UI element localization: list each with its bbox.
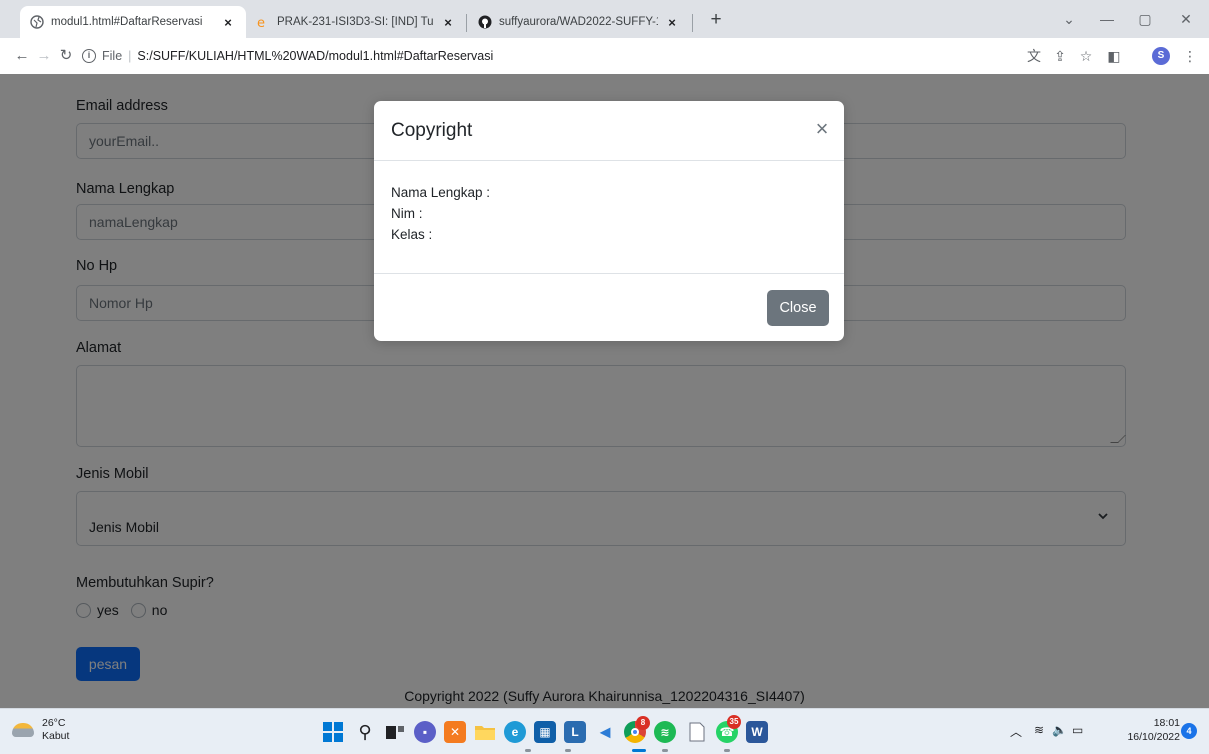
tab-separator — [692, 14, 693, 32]
window-close-icon[interactable]: ✕ — [1163, 6, 1209, 32]
weather-temperature: 26°C — [42, 717, 66, 729]
tab-title: PRAK-231-ISI3D3-SI: [IND] Tugas — [277, 16, 434, 28]
running-indicator — [565, 749, 571, 752]
running-indicator — [525, 749, 531, 752]
windows-start-icon[interactable] — [322, 721, 344, 743]
browser-tab-bar: modul1.html#DaftarReservasi × e PRAK-231… — [0, 0, 1209, 38]
weather-widget[interactable]: 26°C Kabut — [12, 717, 69, 743]
translate-icon[interactable]: 文 — [1024, 46, 1044, 66]
lms-app-icon[interactable]: L — [564, 721, 586, 743]
chat-icon[interactable]: ▪ — [414, 721, 436, 743]
modal-close-icon[interactable]: × — [810, 118, 834, 142]
share-icon[interactable]: ⇪ — [1050, 46, 1070, 66]
profile-avatar[interactable]: S — [1152, 47, 1170, 65]
tab-separator — [466, 14, 467, 32]
chrome-badge: 8 — [636, 716, 650, 730]
tab-title: suffyaurora/WAD2022-SUFFY-120 — [499, 16, 658, 28]
address-bar[interactable]: i File | S:/SUFF/KULIAH/HTML%20WAD/modul… — [82, 43, 982, 69]
menu-kebab-icon[interactable]: ⋮ — [1180, 46, 1200, 66]
svg-text:e: e — [257, 16, 265, 29]
xampp-icon[interactable]: ✕ — [444, 721, 466, 743]
notification-badge[interactable]: 4 — [1181, 723, 1197, 739]
modal-header: Copyright × — [374, 101, 844, 161]
windows-taskbar: 26°C Kabut ⚲ ▪ ✕ e ▦ L ◄ 8 ≋ ☎ 35 W ︿ ≋ … — [0, 708, 1209, 754]
bookmark-star-icon[interactable]: ☆ — [1076, 46, 1096, 66]
copyright-modal: Copyright × Nama Lengkap : Nim : Kelas :… — [374, 101, 844, 341]
browser-toolbar: ← → ↻ i File | S:/SUFF/KULIAH/HTML%20WAD… — [0, 38, 1209, 74]
tray-overflow-icon[interactable]: ︿ — [1010, 723, 1022, 740]
new-tab-button[interactable]: + — [705, 10, 727, 32]
modal-line-nama: Nama Lengkap : — [391, 185, 491, 200]
url-text: S:/SUFF/KULIAH/HTML%20WAD/modul1.html#Da… — [137, 49, 494, 63]
whatsapp-badge: 35 — [727, 715, 741, 729]
task-view-icon[interactable] — [384, 721, 406, 743]
side-panel-icon[interactable]: ◧ — [1104, 46, 1124, 66]
system-clock[interactable]: 18:01 16/10/2022 — [1122, 716, 1180, 744]
url-scheme: File — [102, 49, 123, 63]
tab-close-icon[interactable]: × — [440, 15, 456, 30]
tab-close-icon[interactable]: × — [664, 15, 680, 30]
spotify-icon[interactable]: ≋ — [654, 721, 676, 743]
word-icon[interactable]: W — [746, 721, 768, 743]
search-icon[interactable]: ⚲ — [354, 721, 376, 743]
running-indicator — [662, 749, 668, 752]
notepad-icon[interactable] — [686, 721, 708, 743]
globe-icon — [30, 15, 44, 29]
tab-github[interactable]: suffyaurora/WAD2022-SUFFY-120 × — [468, 6, 690, 38]
store-icon[interactable]: ▦ — [534, 721, 556, 743]
tab-title: modul1.html#DaftarReservasi — [51, 16, 203, 28]
clock-time: 18:01 — [1153, 717, 1180, 729]
restore-icon[interactable]: ▢ — [1122, 6, 1168, 32]
tab-close-icon[interactable]: × — [220, 15, 236, 30]
vscode-icon[interactable]: ◄ — [594, 721, 616, 743]
weather-fog-icon — [12, 723, 34, 737]
running-indicator-active — [632, 749, 646, 752]
modal-title: Copyright — [391, 120, 473, 141]
page-viewport: Email address yourEmail.. Nama Lengkap n… — [0, 74, 1209, 708]
tab-prak[interactable]: e PRAK-231-ISI3D3-SI: [IND] Tugas × — [246, 6, 466, 38]
battery-icon[interactable]: ▭ — [1072, 723, 1083, 737]
reload-icon[interactable]: ↻ — [56, 46, 76, 66]
clock-date: 16/10/2022 — [1127, 731, 1180, 743]
volume-icon[interactable]: 🔈 — [1052, 723, 1067, 737]
edge-icon[interactable]: e — [504, 721, 526, 743]
modal-line-kelas: Kelas : — [391, 227, 433, 242]
modal-line-nim: Nim : — [391, 206, 423, 221]
back-icon[interactable]: ← — [12, 46, 32, 66]
file-explorer-icon[interactable] — [474, 721, 496, 743]
info-icon[interactable]: i — [82, 49, 96, 63]
forward-icon[interactable]: → — [34, 46, 54, 66]
tab-daftar-reservasi[interactable]: modul1.html#DaftarReservasi × — [20, 6, 246, 38]
url-divider: | — [128, 49, 132, 63]
moodle-icon: e — [256, 15, 270, 29]
github-icon — [478, 15, 492, 29]
modal-body: Nama Lengkap : Nim : Kelas : — [391, 182, 490, 245]
modal-footer: Close — [374, 273, 844, 341]
wifi-icon[interactable]: ≋ — [1034, 723, 1044, 737]
close-button[interactable]: Close — [767, 290, 829, 326]
weather-condition: Kabut — [42, 730, 70, 742]
running-indicator — [724, 749, 730, 752]
